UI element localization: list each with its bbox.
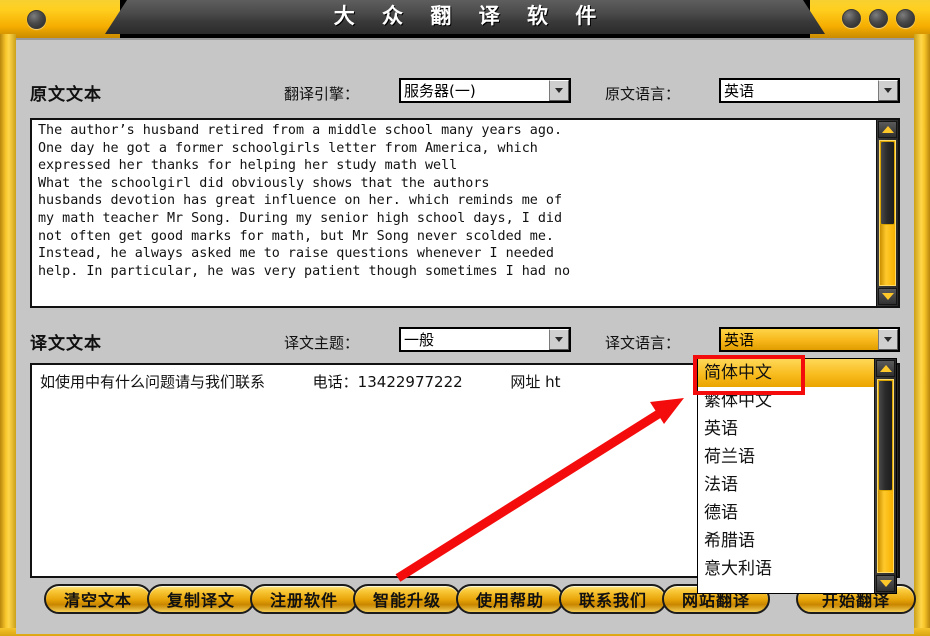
register-software-button[interactable]: 注册软件 <box>250 584 358 614</box>
dropdown-item-2[interactable]: 英语 <box>698 415 896 443</box>
minimize-knob-icon[interactable] <box>842 9 861 28</box>
chevron-down-icon[interactable] <box>878 80 898 101</box>
topic-label: 译文主题： <box>284 334 360 352</box>
dropdown-item-6[interactable]: 希腊语 <box>698 527 896 555</box>
scroll-up-arrow-icon[interactable] <box>878 121 897 138</box>
source-scroll-track[interactable] <box>879 140 896 286</box>
smart-upgrade-button[interactable]: 智能升级 <box>353 584 461 614</box>
clear-text-button-label: 清空文本 <box>63 591 132 610</box>
engine-combo[interactable]: 服务器(一) <box>399 78 571 103</box>
chevron-down-icon[interactable] <box>549 329 569 350</box>
register-software-button-label: 注册软件 <box>269 591 338 610</box>
dropdown-scrollbar[interactable] <box>874 359 896 593</box>
title-bar-left-cap <box>0 0 120 38</box>
dropdown-item-1[interactable]: 繁体中文 <box>698 387 896 415</box>
source-text-content: The author’s husband retired from a midd… <box>38 123 571 279</box>
target-language-value: 英语 <box>724 331 755 349</box>
engine-label: 翻译引擎： <box>284 85 360 103</box>
dropdown-item-4[interactable]: 法语 <box>698 471 896 499</box>
close-knob-icon[interactable] <box>896 9 915 28</box>
source-language-label: 原文语言： <box>605 85 681 103</box>
dropdown-scroll-thumb[interactable] <box>878 380 893 492</box>
window-title: 大 众 翻 译 软 件 <box>333 4 607 28</box>
copy-translation-button-label: 复制译文 <box>166 591 235 610</box>
scroll-down-arrow-icon[interactable] <box>876 575 895 592</box>
help-button[interactable]: 使用帮助 <box>456 584 564 614</box>
dropdown-item-0[interactable]: 简体中文 <box>698 359 896 387</box>
source-text-scrollbar[interactable] <box>876 120 898 306</box>
window-frame-right <box>914 34 930 636</box>
chevron-down-icon[interactable] <box>549 80 569 101</box>
source-language-combo[interactable]: 英语 <box>719 78 900 103</box>
target-language-combo[interactable]: 英语 <box>719 327 900 352</box>
logo-knob-icon <box>27 10 46 29</box>
target-language-label: 译文语言： <box>605 334 681 352</box>
source-scroll-thumb[interactable] <box>880 141 895 225</box>
topic-combo-value: 一般 <box>404 331 435 349</box>
copy-translation-button[interactable]: 复制译文 <box>147 584 255 614</box>
dropdown-item-5[interactable]: 德语 <box>698 499 896 527</box>
target-text-section-label: 译文文本 <box>30 334 102 354</box>
engine-combo-value: 服务器(一) <box>404 82 476 100</box>
scroll-up-arrow-icon[interactable] <box>876 360 895 377</box>
source-language-value: 英语 <box>724 82 755 100</box>
application-window: 大 众 翻 译 软 件 原文文本 翻译引擎： 服务器(一) 原文语言： 英语 T… <box>0 0 930 636</box>
topic-combo[interactable]: 一般 <box>399 327 571 352</box>
title-bar: 大 众 翻 译 软 件 <box>0 0 930 38</box>
help-button-label: 使用帮助 <box>475 591 544 610</box>
window-frame-left <box>0 34 16 636</box>
source-text-area[interactable]: The author’s husband retired from a midd… <box>30 118 900 308</box>
contact-us-button-label: 联系我们 <box>578 591 647 610</box>
dropdown-item-3[interactable]: 荷兰语 <box>698 443 896 471</box>
source-text-section-label: 原文文本 <box>30 85 102 105</box>
maximize-knob-icon[interactable] <box>869 9 888 28</box>
dropdown-item-7[interactable]: 意大利语 <box>698 555 896 583</box>
chevron-down-icon[interactable] <box>878 329 898 350</box>
contact-us-button[interactable]: 联系我们 <box>559 584 667 614</box>
scroll-down-arrow-icon[interactable] <box>878 288 897 305</box>
dropdown-scroll-track[interactable] <box>877 379 894 573</box>
target-language-dropdown-list[interactable]: 简体中文 繁体中文 英语 荷兰语 法语 德语 希腊语 意大利语 <box>697 358 897 594</box>
clear-text-button[interactable]: 清空文本 <box>44 584 152 614</box>
smart-upgrade-button-label: 智能升级 <box>372 591 441 610</box>
